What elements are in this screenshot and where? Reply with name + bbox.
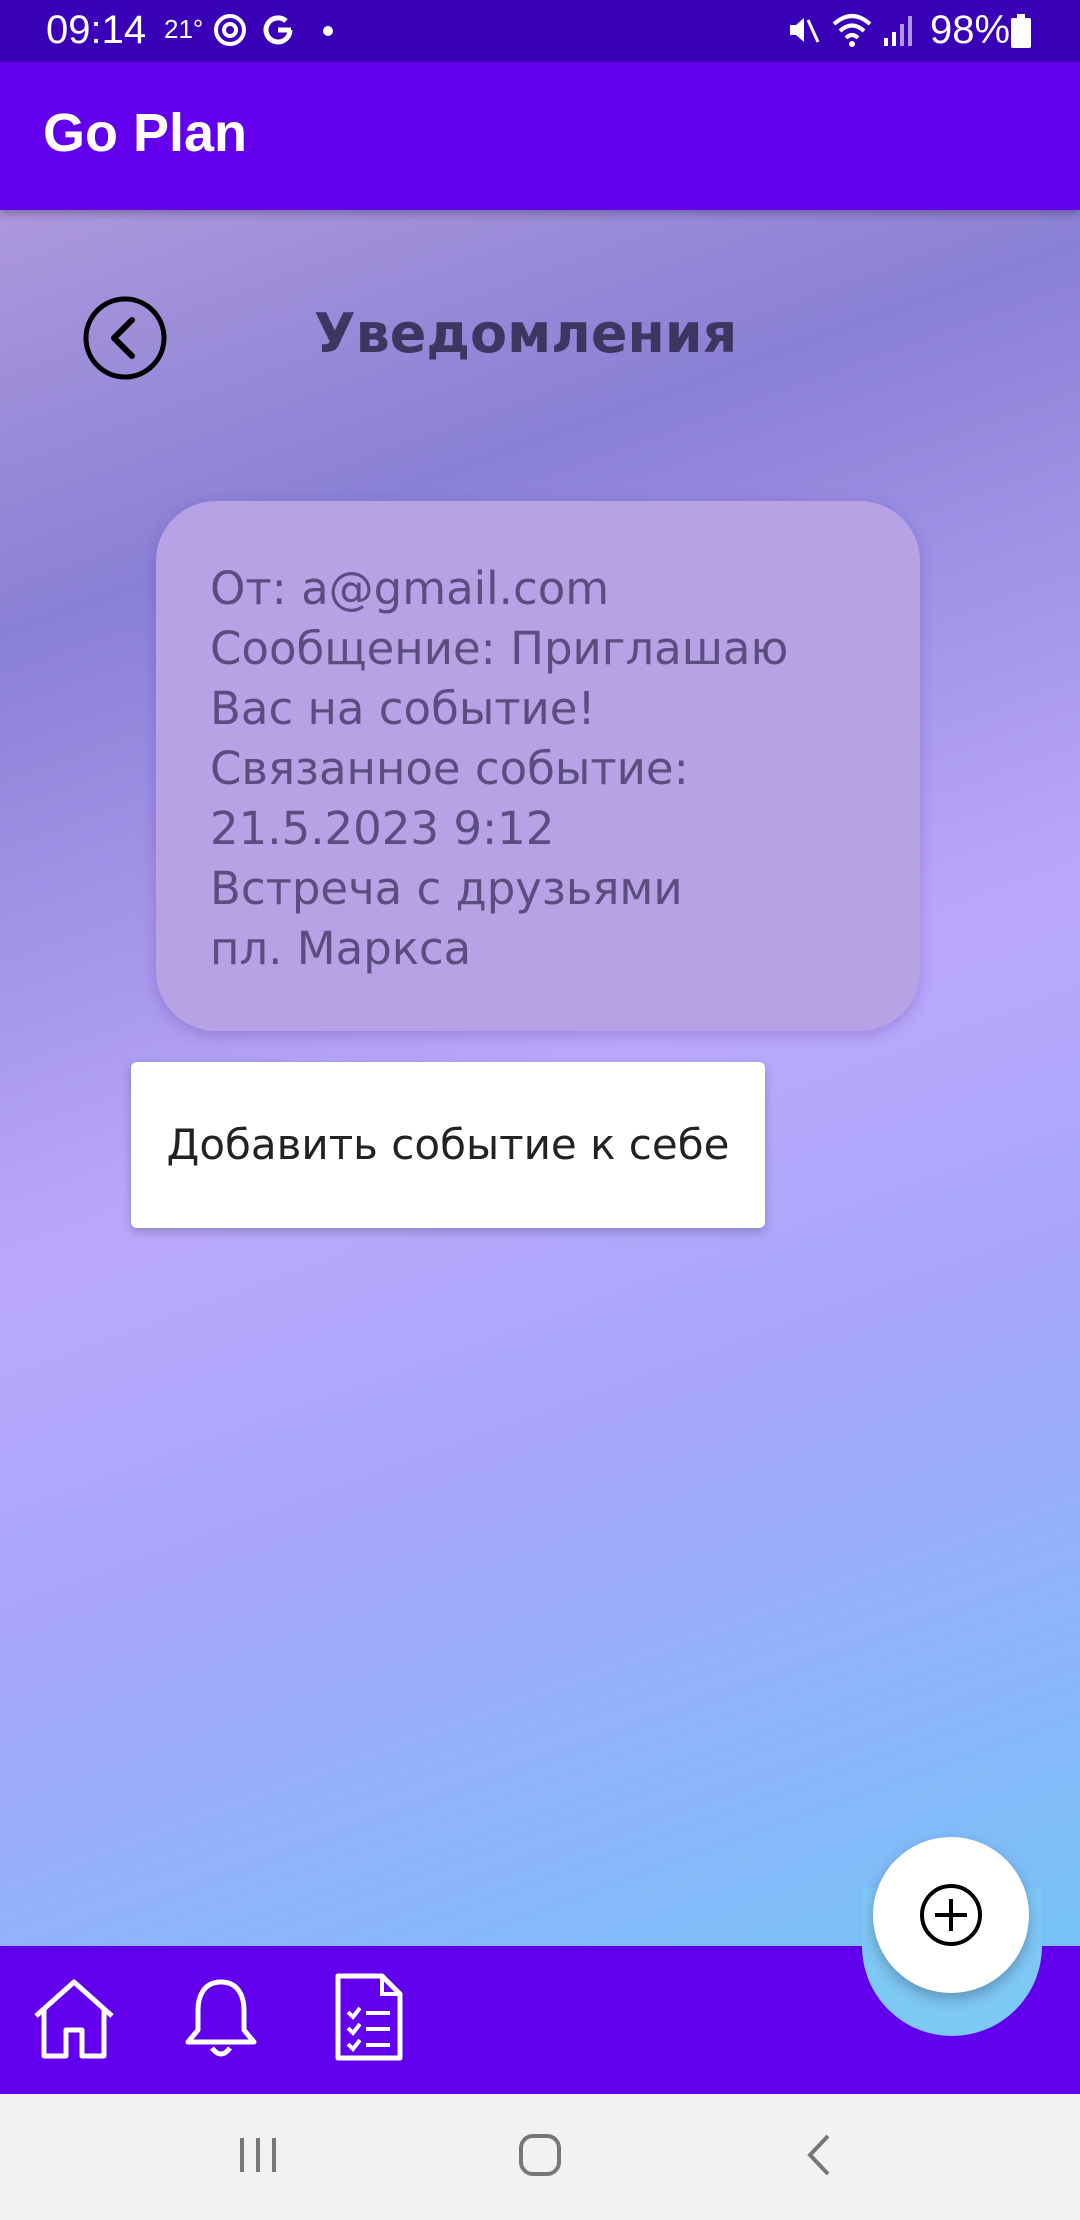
google-icon <box>260 12 296 53</box>
event-datetime: 21.5.2023 9:12 <box>210 802 555 855</box>
chevron-left-circle-icon <box>83 296 167 380</box>
notification-card: От: a@gmail.com Сообщение: Приглашаю Вас… <box>156 501 920 1031</box>
home-icon[interactable] <box>30 1976 118 2066</box>
status-time: 09:14 <box>46 8 147 52</box>
mute-icon <box>784 12 820 53</box>
notifications-screen: Уведомления От: a@gmail.com Сообщение: П… <box>0 210 1080 1946</box>
status-bar: 09:14 21° 98% <box>0 0 1080 62</box>
recent-apps-icon[interactable] <box>236 2132 280 2182</box>
notification-message: Сообщение: Приглашаю <box>210 622 789 675</box>
battery-icon <box>1010 14 1032 53</box>
notification-message-cont: Вас на событие! <box>210 682 596 735</box>
related-event-label: Связанное событие: <box>210 742 689 795</box>
system-navigation-bar <box>0 2094 1080 2220</box>
app-bar: Go Plan <box>0 62 1080 210</box>
notification-sender: От: a@gmail.com <box>210 562 610 615</box>
home-nav-icon[interactable] <box>516 2132 564 2182</box>
signal-icon <box>882 12 918 53</box>
sync-icon <box>212 12 248 53</box>
add-event-button[interactable]: Добавить событие к себе <box>131 1062 765 1228</box>
event-location: пл. Маркса <box>210 922 472 975</box>
back-nav-icon[interactable] <box>800 2132 840 2182</box>
bell-icon[interactable] <box>182 1976 260 2066</box>
page-title: Уведомления <box>314 302 738 365</box>
app-title: Go Plan <box>43 103 248 163</box>
status-temperature: 21° <box>164 14 204 44</box>
plus-circle-icon <box>920 1884 982 1946</box>
checklist-icon[interactable] <box>334 1972 404 2066</box>
event-name: Встреча с друзьями <box>210 862 683 915</box>
wifi-icon <box>830 12 874 53</box>
dot-icon <box>322 24 334 42</box>
back-button[interactable] <box>82 295 168 381</box>
notification-text: От: a@gmail.com Сообщение: Приглашаю Вас… <box>210 559 788 979</box>
battery-level: 98% <box>930 8 1011 52</box>
add-button[interactable] <box>873 1837 1029 1993</box>
